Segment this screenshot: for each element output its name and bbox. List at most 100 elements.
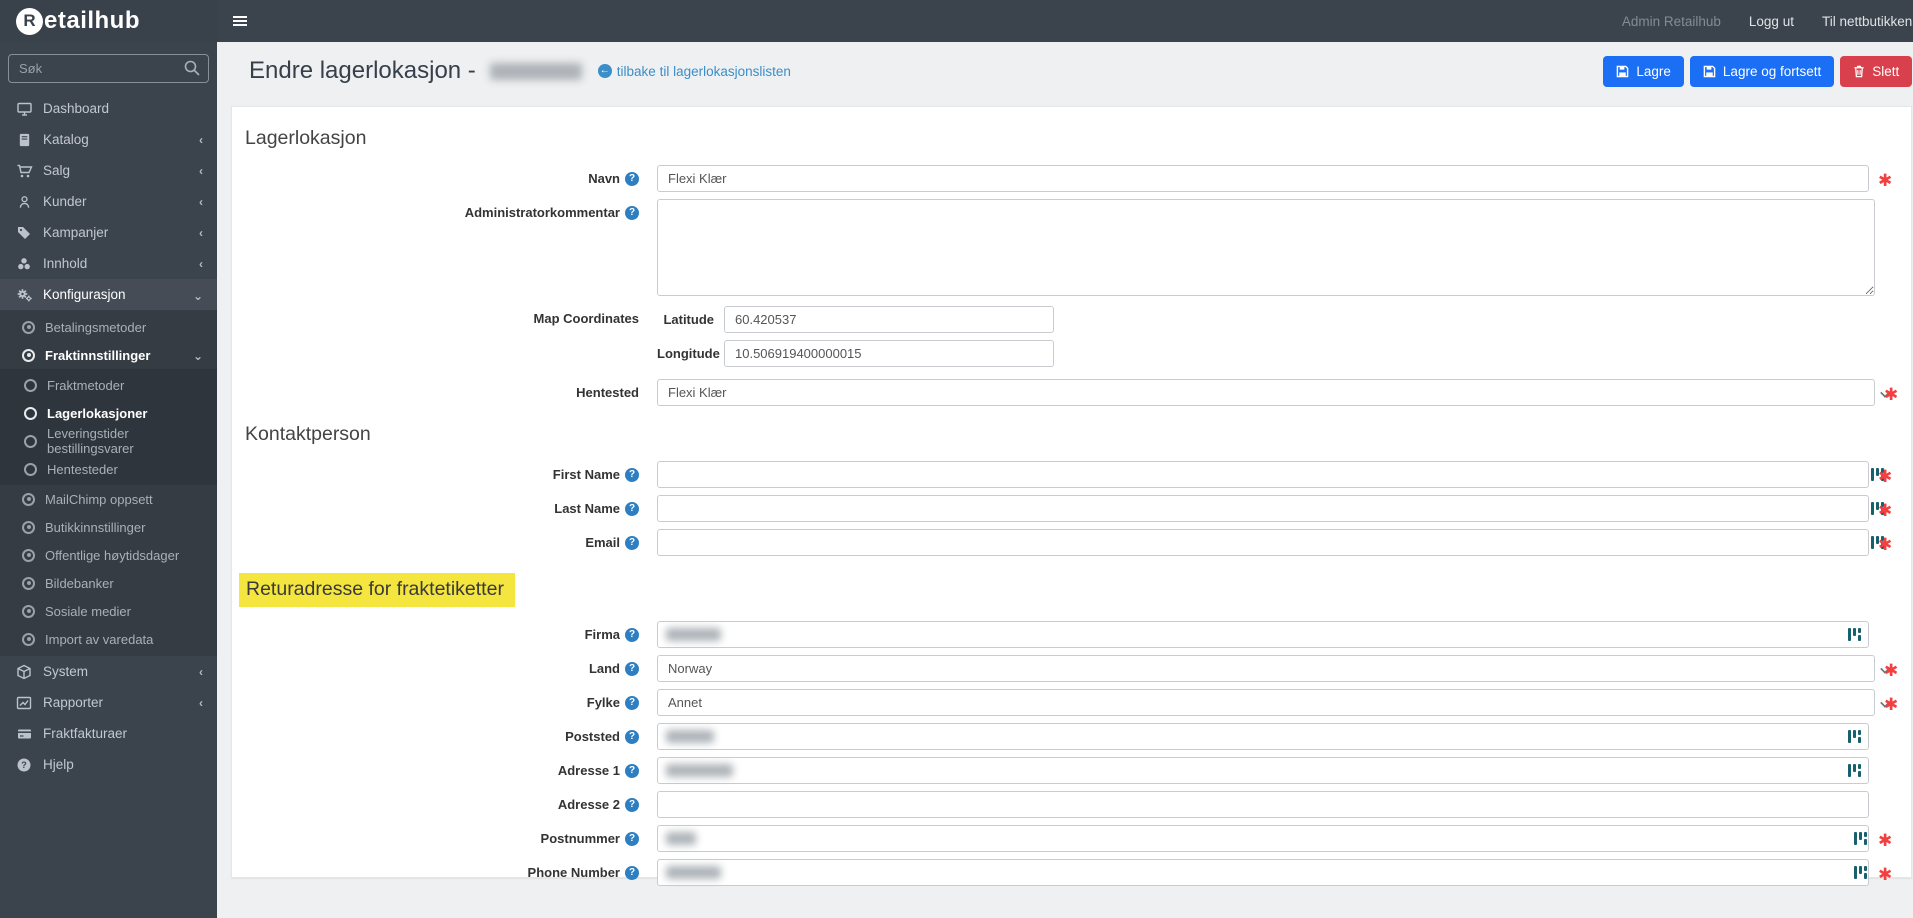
phone-input[interactable] [657, 859, 1869, 886]
redacted-value [666, 628, 721, 641]
help-icon[interactable]: ? [625, 627, 639, 642]
sidebar-item-dashboard[interactable]: Dashboard [0, 93, 217, 124]
sidebar-item-konfigurasjon[interactable]: Konfigurasjon ⌄ [0, 279, 217, 310]
help-icon[interactable]: ? [625, 695, 639, 710]
navn-input[interactable] [657, 165, 1869, 192]
save-and-continue-button[interactable]: Lagre og fortsett [1689, 55, 1835, 87]
last-name-input[interactable] [657, 495, 1869, 522]
app-logo[interactable]: R etailhub [0, 0, 217, 42]
sidebar-item-betalingsmetoder[interactable]: Betalingsmetoder [0, 313, 217, 341]
radio-dot-icon [22, 604, 35, 618]
sidebar-item-rapporter[interactable]: Rapporter ‹ [0, 687, 217, 718]
hentested-select[interactable]: Flexi Klær [657, 379, 1875, 406]
spheres-icon [15, 255, 33, 272]
sidebar: R etailhub Dashboard Katalog ‹ Salg [0, 0, 217, 918]
sidebar-item-hoytidsdager[interactable]: Offentlige høytidsdager [0, 541, 217, 569]
field-row-navn: Navn? ✱ [245, 165, 1898, 192]
sidebar-item-fraktfakturaer[interactable]: Fraktfakturaer [0, 718, 217, 749]
sidebar-item-system[interactable]: System ‹ [0, 656, 217, 687]
book-icon [15, 131, 33, 148]
sidebar-item-import-varedata[interactable]: Import av varedata [0, 625, 217, 653]
chevron-left-icon: ‹ [199, 163, 203, 178]
person-icon [15, 193, 33, 210]
autofill-extension-icon[interactable] [1848, 628, 1862, 641]
sidebar-toggle-icon[interactable] [217, 0, 263, 42]
help-icon[interactable]: ? [625, 205, 639, 220]
sidebar-item-bildebanker[interactable]: Bildebanker [0, 569, 217, 597]
field-row-land: Land? Norway ✱ [245, 655, 1898, 682]
autofill-extension-icon[interactable] [1854, 832, 1868, 845]
autofill-extension-icon[interactable] [1854, 866, 1868, 879]
help-icon[interactable]: ? [625, 661, 639, 676]
autofill-extension-icon[interactable] [1848, 730, 1862, 743]
help-icon[interactable]: ? [625, 831, 639, 846]
sidebar-item-lagerlokasjoner[interactable]: Lagerlokasjoner [0, 399, 217, 427]
sidebar-item-innhold[interactable]: Innhold ‹ [0, 248, 217, 279]
back-to-list-link[interactable]: ← tilbake til lagerlokasjonslisten [597, 64, 791, 79]
sidebar-item-butikkinnstillinger[interactable]: Butikkinnstillinger [0, 513, 217, 541]
help-icon[interactable]: ? [625, 535, 639, 550]
logout-link[interactable]: Logg ut [1735, 14, 1808, 29]
fylke-select[interactable]: Annet [657, 689, 1875, 716]
chevron-left-icon: ‹ [199, 132, 203, 147]
navn-label: Navn [588, 171, 620, 186]
longitude-label: Longitude [657, 346, 720, 361]
sidebar-item-katalog[interactable]: Katalog ‹ [0, 124, 217, 155]
adresse1-input[interactable] [657, 757, 1869, 784]
latitude-input[interactable] [724, 306, 1054, 333]
sidebar-item-sosiale-medier[interactable]: Sosiale medier [0, 597, 217, 625]
first-name-input[interactable] [657, 461, 1869, 488]
sidebar-item-leveringstider[interactable]: Leveringstider bestillingsvarer [0, 426, 217, 456]
help-icon[interactable]: ? [625, 171, 639, 186]
help-icon[interactable]: ? [625, 467, 639, 482]
sidebar-item-fraktinnstillinger[interactable]: Fraktinnstillinger ⌄ [0, 341, 217, 369]
help-icon[interactable]: ? [625, 865, 639, 880]
sidebar-item-fraktmetoder[interactable]: Fraktmetoder [0, 371, 217, 399]
page-title: Endre lagerlokasjon - [231, 57, 582, 85]
land-label: Land [588, 661, 620, 676]
postnummer-input[interactable] [657, 825, 1869, 852]
search-icon[interactable] [183, 59, 201, 77]
radio-icon [24, 462, 37, 476]
help-icon[interactable]: ? [625, 501, 639, 516]
last-name-label: Last Name [554, 501, 620, 516]
delete-button[interactable]: Slett [1840, 55, 1913, 87]
chevron-down-icon: ⌄ [192, 349, 203, 363]
field-row-postnummer: Postnummer? ✱ [245, 825, 1898, 852]
radio-dot-icon [22, 548, 35, 562]
help-icon[interactable]: ? [625, 797, 639, 812]
adminkommentar-textarea[interactable] [657, 199, 1875, 296]
radio-icon [24, 434, 37, 448]
adresse1-label: Adresse 1 [557, 763, 620, 778]
adminkommentar-label: Administratorkommentar [464, 205, 620, 220]
save-button[interactable]: Lagre [1603, 55, 1684, 87]
help-icon[interactable]: ? [625, 763, 639, 778]
invoice-card-icon [15, 725, 33, 742]
email-input[interactable] [657, 529, 1869, 556]
adresse2-input[interactable] [657, 791, 1869, 818]
autofill-extension-icon[interactable] [1848, 764, 1862, 777]
fylke-label: Fylke [586, 695, 620, 710]
firma-input[interactable] [657, 621, 1869, 648]
help-icon[interactable]: ? [625, 729, 639, 744]
sidebar-item-kunder[interactable]: Kunder ‹ [0, 186, 217, 217]
poststed-input[interactable] [657, 723, 1869, 750]
search-input[interactable] [8, 54, 209, 83]
tag-icon [15, 224, 33, 241]
sidebar-item-kampanjer[interactable]: Kampanjer ‹ [0, 217, 217, 248]
to-webshop-link[interactable]: Til nettbutikken [1808, 14, 1913, 29]
redacted-value [666, 730, 714, 743]
topbar: Admin Retailhub Logg ut Til nettbutikken [217, 0, 1913, 42]
adresse2-label: Adresse 2 [557, 797, 620, 812]
radio-dot-icon [22, 348, 35, 362]
radio-dot-icon [22, 492, 35, 506]
sidebar-item-salg[interactable]: Salg ‹ [0, 155, 217, 186]
land-select[interactable]: Norway [657, 655, 1875, 682]
sidebar-item-mailchimp[interactable]: MailChimp oppsett [0, 485, 217, 513]
longitude-input[interactable] [724, 340, 1054, 367]
sidebar-item-hjelp[interactable]: ? Hjelp [0, 749, 217, 780]
hentested-label: Hentested [576, 385, 639, 400]
sidebar-item-hentesteder[interactable]: Hentesteder [0, 455, 217, 483]
required-asterisk: ✱ [1878, 830, 1893, 850]
edit-form-card: Lagerlokasjon Navn? ✱ Administratorkomme… [231, 106, 1913, 886]
